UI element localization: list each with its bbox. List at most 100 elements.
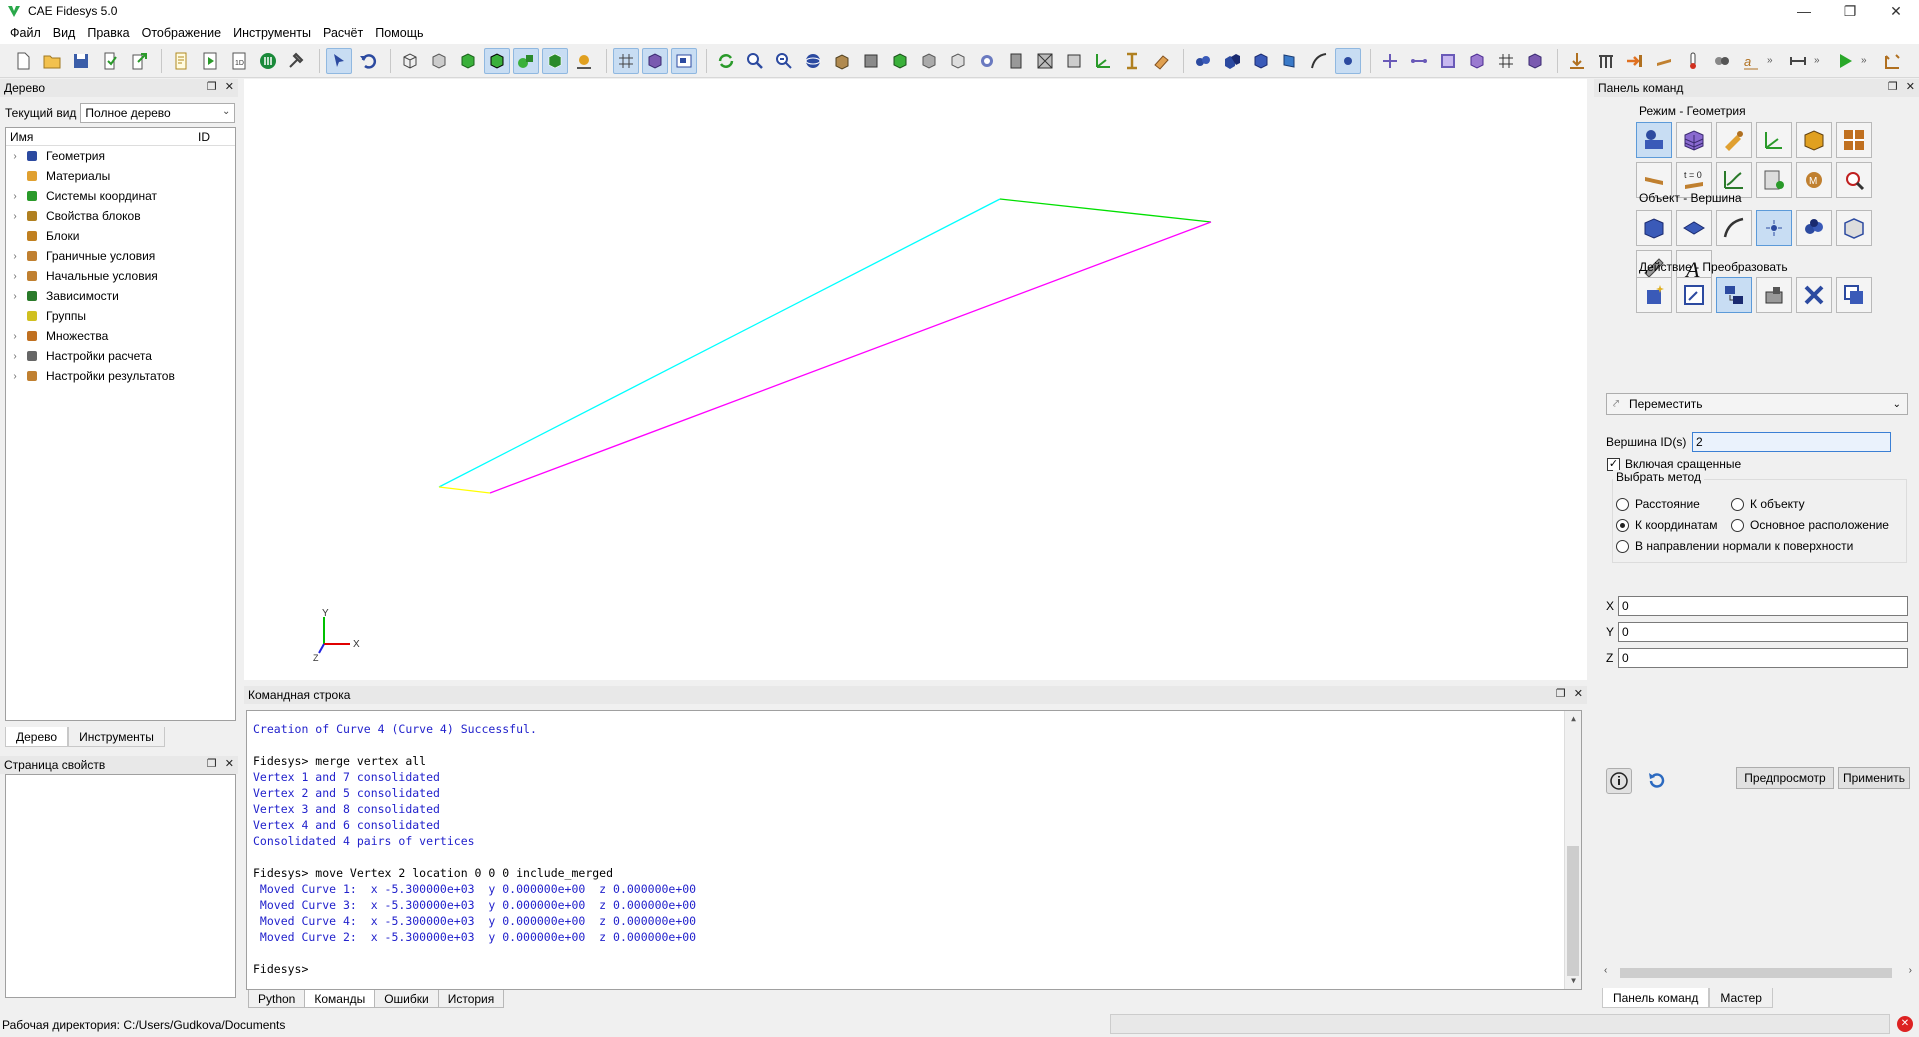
undo-button[interactable] [355,48,381,74]
tab-errors[interactable]: Ошибки [374,990,439,1008]
mode-material-button[interactable] [1716,122,1752,158]
float-panel-icon[interactable]: ❐ [207,80,217,93]
tree-item[interactable]: › Системы координат [6,186,235,206]
stop-button[interactable] [255,48,281,74]
action-select[interactable]: ⤤ Переместить ⌄ [1606,393,1908,415]
expand-arrow-icon[interactable]: › [6,191,24,202]
toolbar-overflow[interactable]: » [1814,55,1826,66]
radio-dot[interactable] [1616,539,1629,553]
tab-commands[interactable]: Команды [304,990,376,1008]
tab-python[interactable]: Python [248,990,306,1008]
hidden-line-button[interactable] [426,48,452,74]
mode-results-button[interactable]: M [1796,162,1832,198]
results-button[interactable] [1879,48,1905,74]
surface-button[interactable] [1277,48,1303,74]
refresh-button[interactable] [713,48,739,74]
radio-dot-selected[interactable] [1616,518,1629,532]
view-persp-button[interactable] [974,48,1000,74]
run-calculation-button[interactable] [1832,48,1858,74]
curve-magenta[interactable] [489,221,1212,494]
tree-item[interactable]: › Зависимости [6,286,235,306]
shaded-button[interactable] [455,48,481,74]
journal-button[interactable]: 1D [226,48,252,74]
close-panel-icon[interactable]: ✕ [225,757,234,770]
close-panel-icon[interactable]: ✕ [1906,80,1915,93]
volumes-button[interactable] [1219,48,1245,74]
bc-fixed-button[interactable] [1593,48,1619,74]
tree-item[interactable]: › Геометрия [6,146,235,166]
tab-tools[interactable]: Инструменты [68,727,165,747]
object-volume-button[interactable] [1636,210,1672,246]
preview-button[interactable]: Предпросмотр [1736,767,1834,789]
bc-contact-button[interactable] [1709,48,1735,74]
clip-button[interactable] [1003,48,1029,74]
y-input[interactable]: 0 [1618,622,1908,642]
face-button[interactable] [1435,48,1461,74]
tree-item[interactable]: Материалы [6,166,235,186]
window-view-button[interactable] [671,47,697,74]
object-surface-button[interactable] [1676,210,1712,246]
tab-tree[interactable]: Дерево [5,727,69,747]
x-input[interactable]: 0 [1618,596,1908,616]
vertex-button[interactable] [1335,47,1361,74]
menu-help[interactable]: Помощь [369,26,429,40]
expand-arrow-icon[interactable]: › [6,291,24,302]
command-scrollbar[interactable]: ▲ ▼ [1564,711,1581,989]
grid-button[interactable] [613,47,639,74]
action-create-button[interactable] [1636,277,1672,313]
vertex-id-input[interactable]: 2 [1692,432,1891,452]
close-panel-icon[interactable]: ✕ [1574,687,1583,700]
curve-green[interactable] [999,198,1212,223]
mode-sets-button[interactable] [1836,122,1872,158]
method-to-object-radio[interactable]: К объекту [1731,497,1805,511]
view-box-button[interactable] [829,48,855,74]
script-button[interactable] [168,48,194,74]
scroll-up-icon[interactable]: ▲ [1565,711,1581,727]
expand-arrow-icon[interactable]: › [6,251,24,262]
zoom-out-button[interactable] [771,48,797,74]
toolbar-overflow[interactable]: » [1767,55,1779,66]
current-view-select[interactable]: Полное дерево ⌄ [80,103,236,123]
mode-calc-button[interactable] [1756,162,1792,198]
float-panel-icon[interactable]: ❐ [207,757,217,770]
curve-cyan[interactable] [438,198,1001,488]
float-panel-icon[interactable]: ❐ [1556,687,1566,700]
mode-mesh-button[interactable] [1676,122,1712,158]
view-front-button[interactable] [858,48,884,74]
mesh-grid-button[interactable] [1493,48,1519,74]
mode-postproc-button[interactable] [1836,162,1872,198]
view-top-button[interactable] [887,48,913,74]
tree-item[interactable]: Группы [6,306,235,326]
open-file-button[interactable] [39,48,65,74]
restore-button[interactable]: ❐ [1827,0,1873,22]
menu-view[interactable]: Вид [47,26,82,40]
action-webcut-button[interactable] [1756,277,1792,313]
tree-item[interactable]: › Настройки расчета [6,346,235,366]
view-iso-button[interactable] [945,48,971,74]
close-button[interactable]: ✕ [1873,0,1919,22]
expand-arrow-icon[interactable]: › [6,331,24,342]
tab-command-panel[interactable]: Панель команд [1602,988,1710,1008]
render-options-button[interactable] [571,48,597,74]
new-file-button[interactable] [10,48,36,74]
radio-dot[interactable] [1731,497,1744,511]
edge-button[interactable] [1406,48,1432,74]
command-panel-hscroll[interactable]: ‹ › [1602,965,1914,981]
eraser-button[interactable] [1148,48,1174,74]
rotate-view-button[interactable] [800,48,826,74]
volume-group-button[interactable] [1190,48,1216,74]
bc-pressure-button[interactable] [1622,48,1648,74]
wireframe-button[interactable] [397,48,423,74]
action-delete-button[interactable] [1796,277,1832,313]
section-button[interactable] [1032,48,1058,74]
expand-arrow-icon[interactable]: › [6,211,24,222]
object-vertex-button[interactable] [1756,210,1792,246]
axis-button[interactable] [1090,48,1116,74]
beam-button[interactable] [1119,48,1145,74]
action-copy-button[interactable] [1836,277,1872,313]
import-button[interactable] [97,48,123,74]
scroll-left-icon[interactable]: ‹ [1604,965,1607,976]
tools-button[interactable] [284,48,310,74]
tab-history[interactable]: История [437,990,505,1008]
minimize-button[interactable]: — [1781,0,1827,22]
